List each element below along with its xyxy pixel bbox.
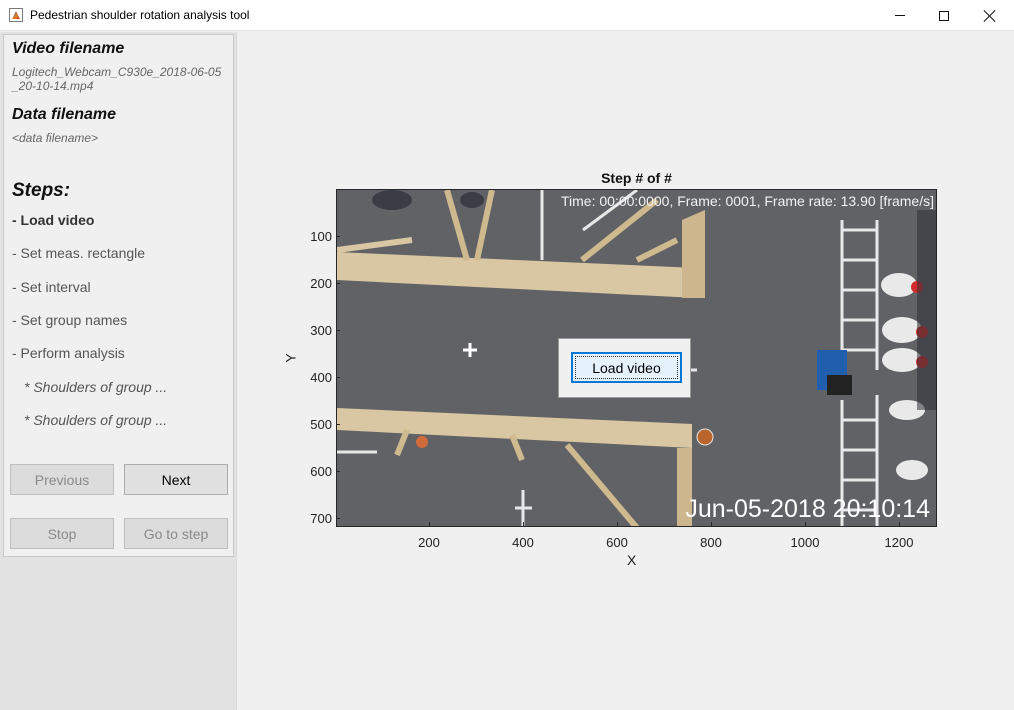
left-panel: Video filename Logitech_Webcam_C930e_201… <box>0 32 236 710</box>
timestamp-overlay: Jun-05-2018 20:10:14 <box>685 495 930 523</box>
video-filename-heading: Video filename <box>12 40 125 57</box>
step-load-video: - Load video <box>12 212 95 228</box>
previous-button[interactable]: Previous <box>10 464 114 495</box>
xtick-label: 800 <box>700 535 722 550</box>
window-title: Pedestrian shoulder rotation analysis to… <box>30 8 250 22</box>
step-set-interval: - Set interval <box>12 279 91 295</box>
ytick-label: 100 <box>310 229 332 244</box>
load-video-button[interactable]: Load video <box>571 352 682 383</box>
video-filename-value: Logitech_Webcam_C930e_2018-06-05_20-10-1… <box>12 65 222 93</box>
go-to-step-button[interactable]: Go to step <box>124 518 228 549</box>
xtick-label: 200 <box>418 535 440 550</box>
step-set-group-names: - Set group names <box>12 312 128 328</box>
ytick-label: 400 <box>310 370 332 385</box>
ytick-mark <box>336 424 340 425</box>
xtick-label: 600 <box>606 535 628 550</box>
ytick-mark <box>336 471 340 472</box>
plot-title: Step # of # <box>601 170 672 186</box>
ytick-label: 700 <box>310 511 332 526</box>
step-perform-analysis: - Perform analysis <box>12 345 125 361</box>
xtick-mark <box>899 522 900 526</box>
steps-heading: Steps: <box>12 180 71 201</box>
ytick-label: 500 <box>310 417 332 432</box>
ytick-mark <box>336 283 340 284</box>
xtick-label: 1000 <box>790 535 820 550</box>
ytick-mark <box>336 236 340 237</box>
next-button[interactable]: Next <box>124 464 228 495</box>
xtick-mark <box>711 522 712 526</box>
data-filename-value: <data filename> <box>12 131 99 145</box>
y-axis-label: Y <box>282 353 299 363</box>
load-video-panel: Load video <box>558 338 691 398</box>
ytick-mark <box>336 330 340 331</box>
xtick-mark <box>429 522 430 526</box>
step-shoulders-group-2: * Shoulders of group ... <box>24 412 168 428</box>
minimize-button[interactable] <box>877 0 923 31</box>
step-set-meas-rectangle: - Set meas. rectangle <box>12 245 146 261</box>
xtick-mark <box>523 522 524 526</box>
step-shoulders-group-1: * Shoulders of group ... <box>24 379 168 395</box>
info-panel: Video filename Logitech_Webcam_C930e_201… <box>3 34 234 557</box>
x-axis-label: X <box>627 552 637 568</box>
close-button[interactable] <box>967 0 1013 31</box>
stop-button[interactable]: Stop <box>10 518 114 549</box>
xtick-label: 400 <box>512 535 534 550</box>
xtick-mark <box>805 522 806 526</box>
data-filename-heading: Data filename <box>12 106 117 123</box>
ytick-label: 200 <box>310 276 332 291</box>
maximize-button[interactable] <box>921 0 967 31</box>
title-bar: Pedestrian shoulder rotation analysis to… <box>0 0 1014 31</box>
ytick-label: 300 <box>310 323 332 338</box>
maximize-icon <box>939 10 949 21</box>
minimize-icon <box>895 15 905 16</box>
xtick-label: 1200 <box>884 535 914 550</box>
frame-info-overlay: Time: 00:00:0000, Frame: 0001, Frame rat… <box>561 193 934 209</box>
xtick-mark <box>617 522 618 526</box>
ytick-mark <box>336 377 340 378</box>
matlab-icon <box>9 8 23 22</box>
close-icon <box>983 9 997 23</box>
ytick-label: 600 <box>310 464 332 479</box>
focus-ring <box>575 356 678 379</box>
ytick-mark <box>336 518 340 519</box>
